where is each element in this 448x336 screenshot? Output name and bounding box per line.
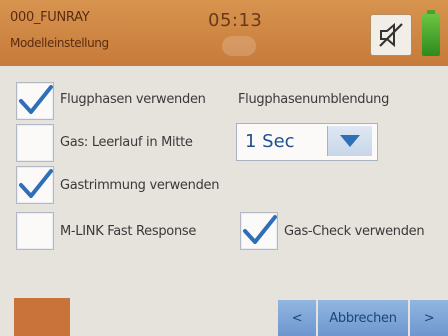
- flight-phases-label: Flugphasen verwenden: [60, 92, 206, 107]
- throttle-idle-center-checkbox[interactable]: [16, 124, 54, 162]
- screen-title: Modelleinstellung: [10, 36, 109, 50]
- mute-button[interactable]: [370, 14, 412, 56]
- throttle-idle-center-label: Gas: Leerlauf in Mitte: [60, 135, 193, 150]
- mlink-fast-response-checkbox[interactable]: [16, 212, 54, 250]
- phase-transition-label: Flugphasenumblendung: [238, 92, 390, 107]
- flight-phases-checkbox[interactable]: [16, 82, 54, 120]
- header-badge: [222, 36, 256, 56]
- model-name: 000_FUNRAY: [10, 10, 90, 25]
- checkmark-icon: [243, 215, 277, 244]
- phase-transition-value: 1 Sec: [245, 131, 295, 152]
- throttle-check-label: Gas-Check verwenden: [284, 224, 425, 239]
- footer-home-button[interactable]: [14, 298, 70, 336]
- throttle-check-checkbox[interactable]: [240, 212, 278, 250]
- triangle-down-icon: [340, 135, 360, 147]
- cancel-button[interactable]: Abbrechen: [318, 300, 408, 336]
- checkmark-icon: [19, 169, 53, 198]
- clock: 05:13: [208, 10, 263, 31]
- prev-button[interactable]: <: [278, 300, 316, 336]
- mlink-fast-response-label: M-LINK Fast Response: [60, 224, 197, 239]
- phase-transition-select[interactable]: 1 Sec: [236, 123, 378, 161]
- battery-icon: [422, 10, 440, 56]
- speaker-muted-icon: [379, 22, 403, 48]
- dropdown-button[interactable]: [327, 126, 372, 156]
- throttle-trim-checkbox[interactable]: [16, 166, 54, 204]
- next-button[interactable]: >: [410, 300, 448, 336]
- checkmark-icon: [19, 85, 53, 114]
- header-bar: 000_FUNRAY Modelleinstellung 05:13: [0, 0, 448, 66]
- throttle-trim-label: Gastrimmung verwenden: [60, 178, 220, 193]
